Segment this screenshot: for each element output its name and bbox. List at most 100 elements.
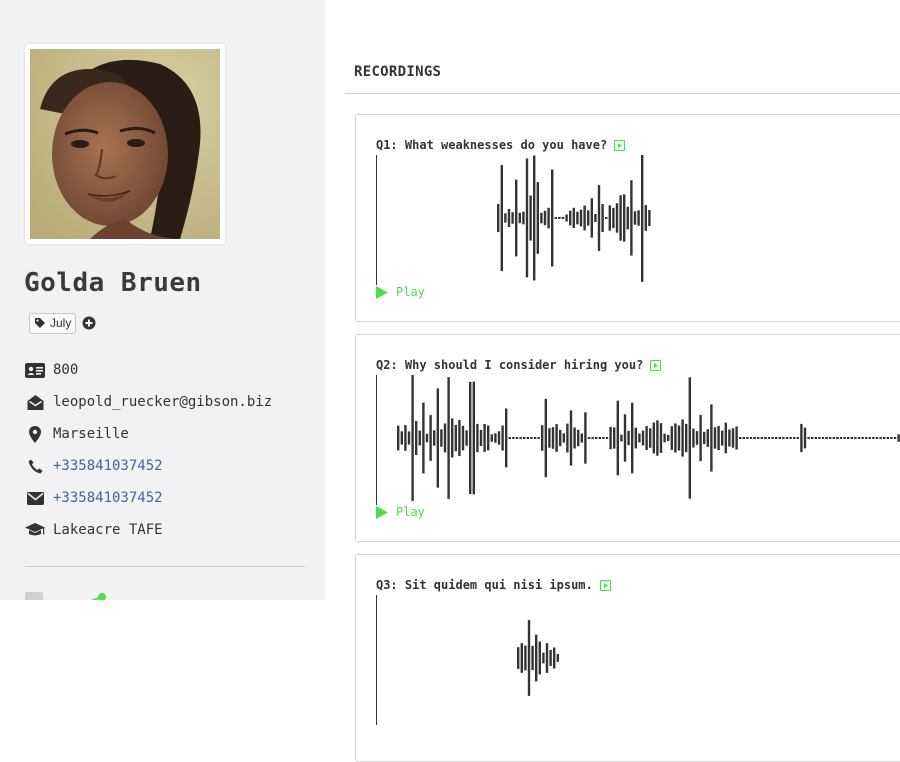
waveform-bar — [886, 437, 889, 439]
waveform-bar — [739, 437, 742, 439]
waveform-bar — [487, 425, 490, 451]
share-icon[interactable] — [86, 590, 108, 600]
sidebar-divider — [25, 566, 305, 567]
waveform-bar — [425, 433, 429, 443]
tag-chip[interactable]: July — [29, 312, 77, 334]
waveform-bar — [602, 437, 605, 439]
waveform-bar — [749, 437, 753, 439]
waveform-bar — [536, 182, 539, 254]
waveform-bar — [476, 423, 479, 453]
waveform-bar — [735, 426, 738, 450]
waveform-bar — [627, 430, 630, 446]
waveform-bar — [562, 433, 565, 443]
waveform-bar — [535, 634, 538, 682]
waveform-bar — [731, 428, 735, 448]
recording-question: Q2: Why should I consider hiring you? — [376, 358, 662, 372]
waveform-bar — [616, 400, 619, 476]
waveform-bar — [519, 437, 522, 439]
waveform-bar — [549, 650, 552, 666]
waveform-bar — [598, 437, 601, 439]
waveform-bar — [415, 421, 418, 455]
waveform-bar — [893, 437, 897, 439]
waveform-bar — [771, 437, 774, 439]
info-email: leopold_ruecker@gibson.biz — [25, 391, 315, 413]
waveform-bar — [537, 437, 540, 439]
waveform-bar — [583, 205, 586, 231]
waveform-bar — [515, 179, 518, 257]
envelope-icon — [25, 489, 45, 507]
recordings-title: RECORDINGS — [354, 64, 442, 80]
waveform-bar — [545, 643, 549, 673]
info-phone-link[interactable]: +335841037452 — [53, 458, 163, 474]
waveform-bar — [529, 195, 532, 241]
waveform-bar — [465, 430, 468, 446]
waveform-graphic — [517, 620, 559, 696]
waveform-bar — [623, 414, 627, 462]
waveform-bar — [710, 404, 713, 472]
waveform-graphic — [497, 155, 651, 282]
waveform-bar — [612, 207, 615, 229]
waveform-bar — [422, 402, 425, 474]
waveform-bar — [796, 437, 799, 439]
play-icon — [376, 285, 388, 299]
waveform-bar — [577, 429, 580, 447]
waveform-bar — [551, 169, 554, 267]
waveform-bar — [533, 155, 536, 281]
waveform-bar — [587, 437, 591, 439]
waveform-bar — [634, 427, 637, 449]
waveform-bar — [494, 433, 497, 443]
avatar-frame — [25, 44, 225, 244]
waveform-bar — [573, 427, 576, 449]
waveform-bar — [706, 429, 709, 447]
waveform-bar — [531, 645, 534, 671]
waveform-bar — [547, 207, 550, 229]
waveform-bar — [620, 434, 623, 442]
waveform-bar — [530, 437, 533, 439]
waveform-bar — [542, 652, 545, 664]
id-card-icon — [25, 361, 45, 379]
play-button[interactable]: Play — [376, 505, 425, 519]
video-icon[interactable] — [599, 579, 611, 591]
waveform-bar — [400, 431, 403, 445]
waveform-bar — [829, 437, 832, 439]
video-icon[interactable] — [614, 139, 626, 151]
waveform-bar — [558, 217, 561, 219]
waveform-bar — [637, 210, 640, 226]
waveform-bar — [811, 437, 814, 439]
waveform-bar — [633, 211, 637, 225]
info-id: 800 — [25, 359, 315, 381]
waveform-bar — [554, 217, 557, 219]
waveform-bar — [644, 205, 647, 231]
waveform-bar — [565, 214, 568, 222]
waveform-bar — [601, 204, 604, 232]
waveform-bar — [850, 437, 853, 439]
waveform-bar — [429, 415, 432, 461]
avatar — [30, 49, 220, 239]
recording-question-text: Q2: Why should I consider hiring you? — [376, 358, 644, 372]
waveform-bar — [397, 425, 400, 451]
waveform-bar — [814, 437, 817, 439]
video-icon[interactable] — [650, 359, 662, 371]
waveform-bar — [717, 426, 720, 450]
waveform-bar — [597, 185, 601, 251]
waveform-bar — [572, 207, 575, 229]
play-button[interactable]: Play — [376, 285, 425, 299]
profile-name: Golda Bruen — [24, 268, 202, 298]
linkedin-icon[interactable] — [25, 590, 43, 600]
waveform-bar — [518, 212, 521, 224]
waveform-bar — [645, 426, 648, 451]
waveform-bar — [685, 423, 688, 453]
waveform-bar — [724, 422, 727, 454]
recording-card-3: Q3: Sit quidem qui nisi ipsum. — [355, 554, 900, 762]
waveform-bar — [433, 430, 436, 446]
waveform-bar — [667, 434, 670, 442]
waveform-bar — [721, 430, 724, 446]
waveform-bar — [559, 429, 562, 447]
waveform-bar — [501, 425, 504, 451]
add-tag-icon[interactable] — [82, 316, 96, 330]
info-message-link[interactable]: +335841037452 — [53, 490, 163, 506]
waveform-bar — [579, 209, 583, 227]
waveform-bar — [543, 210, 547, 226]
waveform-bar — [861, 437, 864, 439]
waveform-bar — [872, 437, 875, 439]
